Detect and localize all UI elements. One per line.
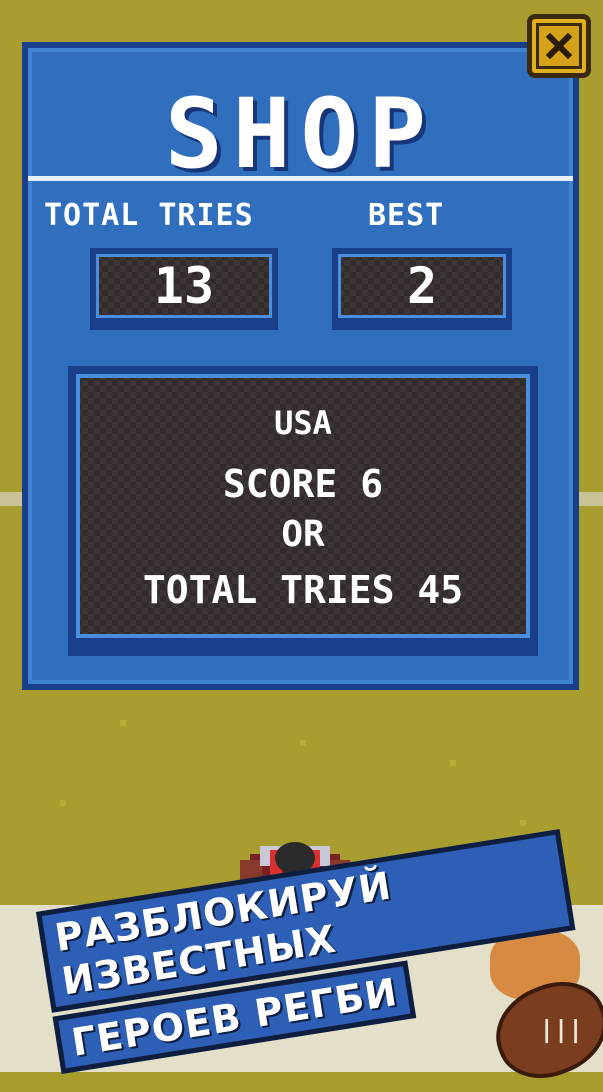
best-value: 2 xyxy=(332,248,512,324)
shop-title: SHOP xyxy=(164,78,437,190)
close-button[interactable] xyxy=(527,14,591,78)
title-divider xyxy=(28,176,573,181)
field-speck xyxy=(300,740,306,746)
ball-laces: ||| xyxy=(539,1015,583,1044)
field-speck xyxy=(60,800,66,806)
best-label: BEST xyxy=(368,198,445,233)
field-speck xyxy=(520,820,526,826)
total-tries-label: TOTAL TRIES xyxy=(44,198,254,233)
field-speck xyxy=(120,720,126,726)
unlock-country: USA xyxy=(274,404,332,442)
unlock-tries-requirement: TOTAL TRIES 45 xyxy=(142,568,464,612)
unlock-info-box: USA SCORE 6 OR TOTAL TRIES 45 xyxy=(68,366,538,646)
close-x-icon xyxy=(536,23,582,69)
unlock-score-requirement: SCORE 6 xyxy=(222,462,384,506)
total-tries-value: 13 xyxy=(90,248,278,324)
field-speck xyxy=(450,760,456,766)
unlock-or: OR xyxy=(281,514,325,555)
shop-panel: SHOP TOTAL TRIES BEST 13 2 USA SCORE 6 O… xyxy=(22,42,579,690)
